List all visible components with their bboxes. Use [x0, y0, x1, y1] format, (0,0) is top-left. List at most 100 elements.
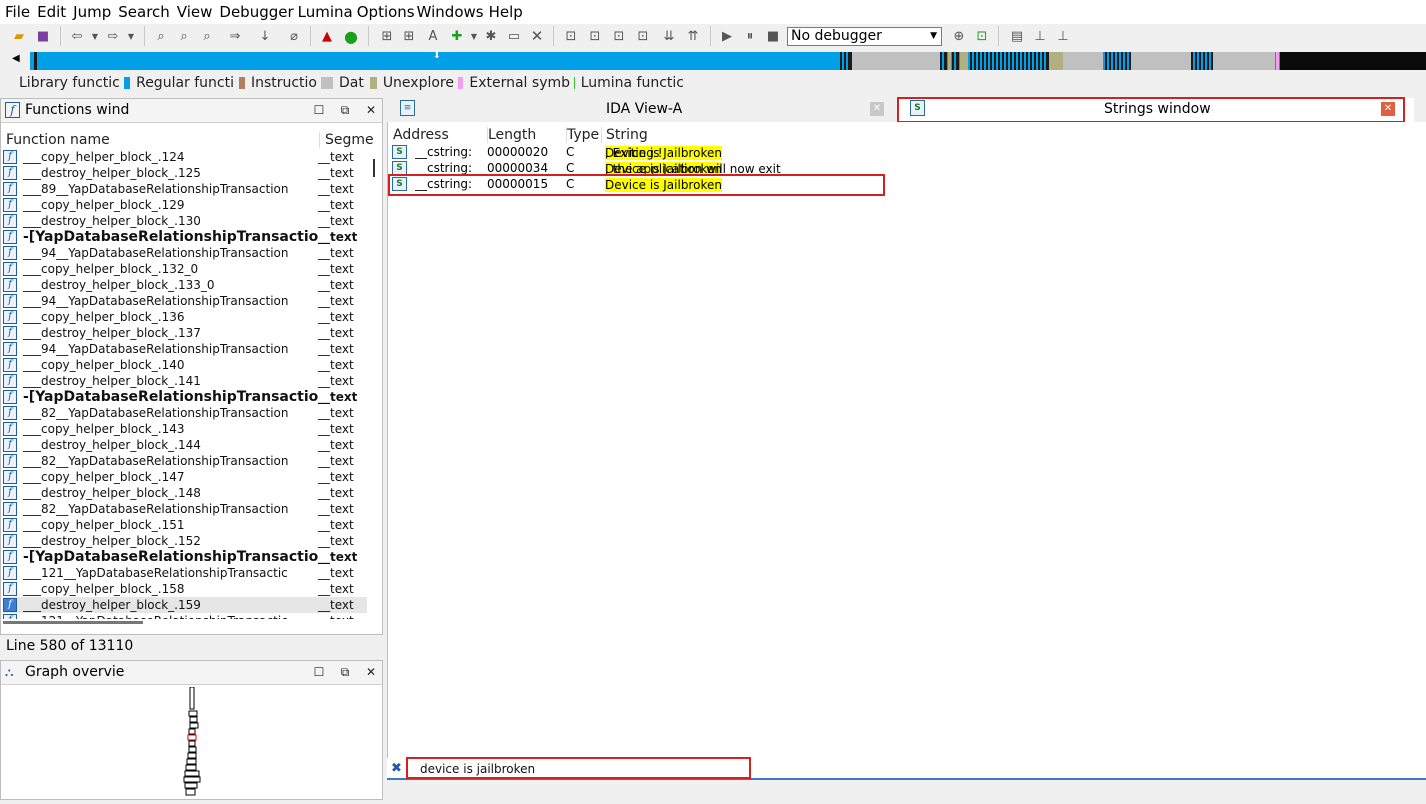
- menu-search[interactable]: Search: [118, 3, 170, 21]
- tab-ida-view-a[interactable]: ≡ IDA View-A ✕: [387, 98, 890, 122]
- menu-windows[interactable]: Windows: [417, 3, 484, 21]
- function-row[interactable]: f ___destroy_helper_block_.152 __text: [3, 533, 367, 549]
- function-row[interactable]: f ___copy_helper_block_.158 __text: [3, 581, 367, 597]
- function-row[interactable]: f ___destroy_helper_block_.141 __text: [3, 373, 367, 389]
- function-row[interactable]: f ___94__YapDatabaseRelationshipTransacti…: [3, 245, 367, 261]
- navigation-strip[interactable]: [30, 52, 1426, 70]
- attach-process-icon[interactable]: ⊕: [950, 27, 968, 45]
- function-row[interactable]: f -[YapDatabaseRelationshipTransaction __t…: [3, 389, 367, 405]
- column-address[interactable]: Address: [393, 127, 449, 143]
- debugger-select[interactable]: No debugger ▼: [787, 27, 942, 46]
- breakpoint-list-icon[interactable]: ▤: [1008, 27, 1026, 45]
- function-row[interactable]: f ___copy_helper_block_.136 __text: [3, 309, 367, 325]
- column-length[interactable]: Length: [487, 127, 536, 143]
- search-next-icon[interactable]: ⇒: [226, 27, 244, 45]
- debugger-options-icon[interactable]: ⊡: [973, 27, 991, 45]
- function-row[interactable]: f ___destroy_helper_block_.144 __text: [3, 437, 367, 453]
- close-x-icon[interactable]: ✕: [528, 27, 546, 45]
- make-string-icon[interactable]: A: [424, 27, 442, 45]
- function-row[interactable]: f ___94__YapDatabaseRelationshipTransacti…: [3, 341, 367, 357]
- open-folder-icon[interactable]: ▰: [10, 27, 28, 45]
- warning-triangle-icon[interactable]: ▲: [318, 27, 336, 45]
- green-circle-icon[interactable]: ●: [342, 27, 360, 46]
- column-function-name[interactable]: Function name: [6, 132, 110, 148]
- undefine-icon[interactable]: ✱: [482, 27, 500, 45]
- function-row[interactable]: f ___82__YapDatabaseRelationshipTransacti…: [3, 501, 367, 517]
- string-row[interactable]: S __cstring: 00000015 C Device is Jailbroken: [390, 176, 1030, 192]
- close-icon[interactable]: ✕: [1381, 102, 1395, 116]
- save-icon[interactable]: ■: [34, 27, 52, 45]
- search-text-icon[interactable]: ⌕: [175, 27, 193, 45]
- back-arrow-icon[interactable]: ⇦: [68, 27, 86, 45]
- struct-icon[interactable]: ⊡: [562, 27, 580, 45]
- stop-icon[interactable]: ■: [764, 27, 782, 45]
- function-row[interactable]: f ___121__YapDatabaseRelationshipTransact…: [3, 613, 367, 619]
- chevron-down-icon[interactable]: ▼: [465, 27, 483, 45]
- close-icon[interactable]: ✕: [363, 102, 379, 118]
- maximize-icon[interactable]: ☐: [311, 664, 327, 680]
- add-icon[interactable]: ✚: [448, 27, 466, 45]
- function-row[interactable]: f ___destroy_helper_block_.159 __text: [3, 597, 367, 613]
- menu-options[interactable]: Options: [357, 3, 415, 21]
- pin-icon[interactable]: ⊥: [1031, 27, 1049, 45]
- collapse-down-icon[interactable]: ⇊: [660, 27, 678, 45]
- menu-edit[interactable]: Edit: [37, 3, 66, 21]
- expand-up-icon[interactable]: ⇈: [684, 27, 702, 45]
- maximize-icon[interactable]: ☐: [311, 102, 327, 118]
- close-icon[interactable]: ✕: [870, 102, 884, 116]
- search-input[interactable]: [408, 759, 748, 778]
- menu-file[interactable]: File: [5, 3, 30, 21]
- horizontal-scrollbar[interactable]: [3, 621, 143, 624]
- jump-down-icon[interactable]: ↓: [256, 27, 274, 45]
- chevron-down-icon[interactable]: ▼: [86, 27, 104, 45]
- function-row[interactable]: f ___82__YapDatabaseRelationshipTransacti…: [3, 405, 367, 421]
- navigation-band[interactable]: ◀ ⬇: [0, 50, 1426, 72]
- nav-left-arrow-icon[interactable]: ◀: [12, 53, 20, 64]
- float-window-icon[interactable]: ⧉: [337, 102, 353, 118]
- function-row[interactable]: f ___destroy_helper_block_.133_0 __text: [3, 277, 367, 293]
- function-row[interactable]: f ___82__YapDatabaseRelationshipTransacti…: [3, 453, 367, 469]
- menu-help[interactable]: Help: [489, 3, 523, 21]
- menu-view[interactable]: View: [177, 3, 213, 21]
- string-row[interactable]: S __cstring: 00000034 C Device is Jailbroken…: [390, 160, 1030, 176]
- function-row[interactable]: f ___copy_helper_block_.143 __text: [3, 421, 367, 437]
- float-window-icon[interactable]: ⧉: [337, 664, 353, 680]
- string-row[interactable]: S __cstring: 00000020 C Device is Jailbroken…: [390, 144, 1030, 160]
- hide-icon[interactable]: ▭: [505, 27, 523, 45]
- function-row[interactable]: f ___destroy_helper_block_.130 __text: [3, 213, 367, 229]
- function-row[interactable]: f ___destroy_helper_block_.137 __text: [3, 325, 367, 341]
- graph-overview-canvas[interactable]: [181, 687, 207, 799]
- close-filter-icon[interactable]: ✖: [391, 761, 402, 776]
- function-row[interactable]: f ___copy_helper_block_.140 __text: [3, 357, 367, 373]
- no-search-icon[interactable]: ⌀: [285, 27, 303, 45]
- enum-icon[interactable]: ⊡: [586, 27, 604, 45]
- pause-icon[interactable]: ⏸: [741, 27, 759, 45]
- function-row[interactable]: f ___copy_helper_block_.124 __text: [3, 149, 367, 165]
- search-binary-icon[interactable]: ⌕: [152, 27, 170, 45]
- function-row[interactable]: f ___copy_helper_block_.147 __text: [3, 469, 367, 485]
- function-row[interactable]: f ___94__YapDatabaseRelationshipTransacti…: [3, 293, 367, 309]
- offset-icon[interactable]: ⊡: [610, 27, 628, 45]
- function-row[interactable]: f ___copy_helper_block_.151 __text: [3, 517, 367, 533]
- chevron-down-icon[interactable]: ▼: [122, 27, 140, 45]
- function-row[interactable]: f ___destroy_helper_block_.125 __text: [3, 165, 367, 181]
- close-icon[interactable]: ✕: [363, 664, 379, 680]
- make-code-icon[interactable]: ⊞: [378, 27, 396, 45]
- forward-arrow-icon[interactable]: ⇨: [104, 27, 122, 45]
- function-row[interactable]: f ___89__YapDatabaseRelationshipTransacti…: [3, 181, 367, 197]
- function-row[interactable]: f ___destroy_helper_block_.148 __text: [3, 485, 367, 501]
- make-data-icon[interactable]: ⊞: [400, 27, 418, 45]
- unpin-icon[interactable]: ⊥: [1054, 27, 1072, 45]
- vertical-scrollbar[interactable]: [368, 149, 382, 619]
- column-string[interactable]: String: [601, 127, 1016, 143]
- function-row[interactable]: f ___copy_helper_block_.129 __text: [3, 197, 367, 213]
- tab-strings-window[interactable]: S Strings window ✕: [897, 98, 1414, 122]
- column-segment[interactable]: Segme: [319, 132, 374, 148]
- menu-debugger[interactable]: Debugger: [219, 3, 293, 21]
- search-immediate-icon[interactable]: ⌕: [198, 27, 216, 45]
- scrollbar-thumb[interactable]: [373, 159, 375, 177]
- function-row[interactable]: f ___copy_helper_block_.132_0 __text: [3, 261, 367, 277]
- play-icon[interactable]: ▶: [718, 27, 736, 45]
- function-row[interactable]: f -[YapDatabaseRelationshipTransaction __t…: [3, 229, 367, 245]
- operand-icon[interactable]: ⊡: [634, 27, 652, 45]
